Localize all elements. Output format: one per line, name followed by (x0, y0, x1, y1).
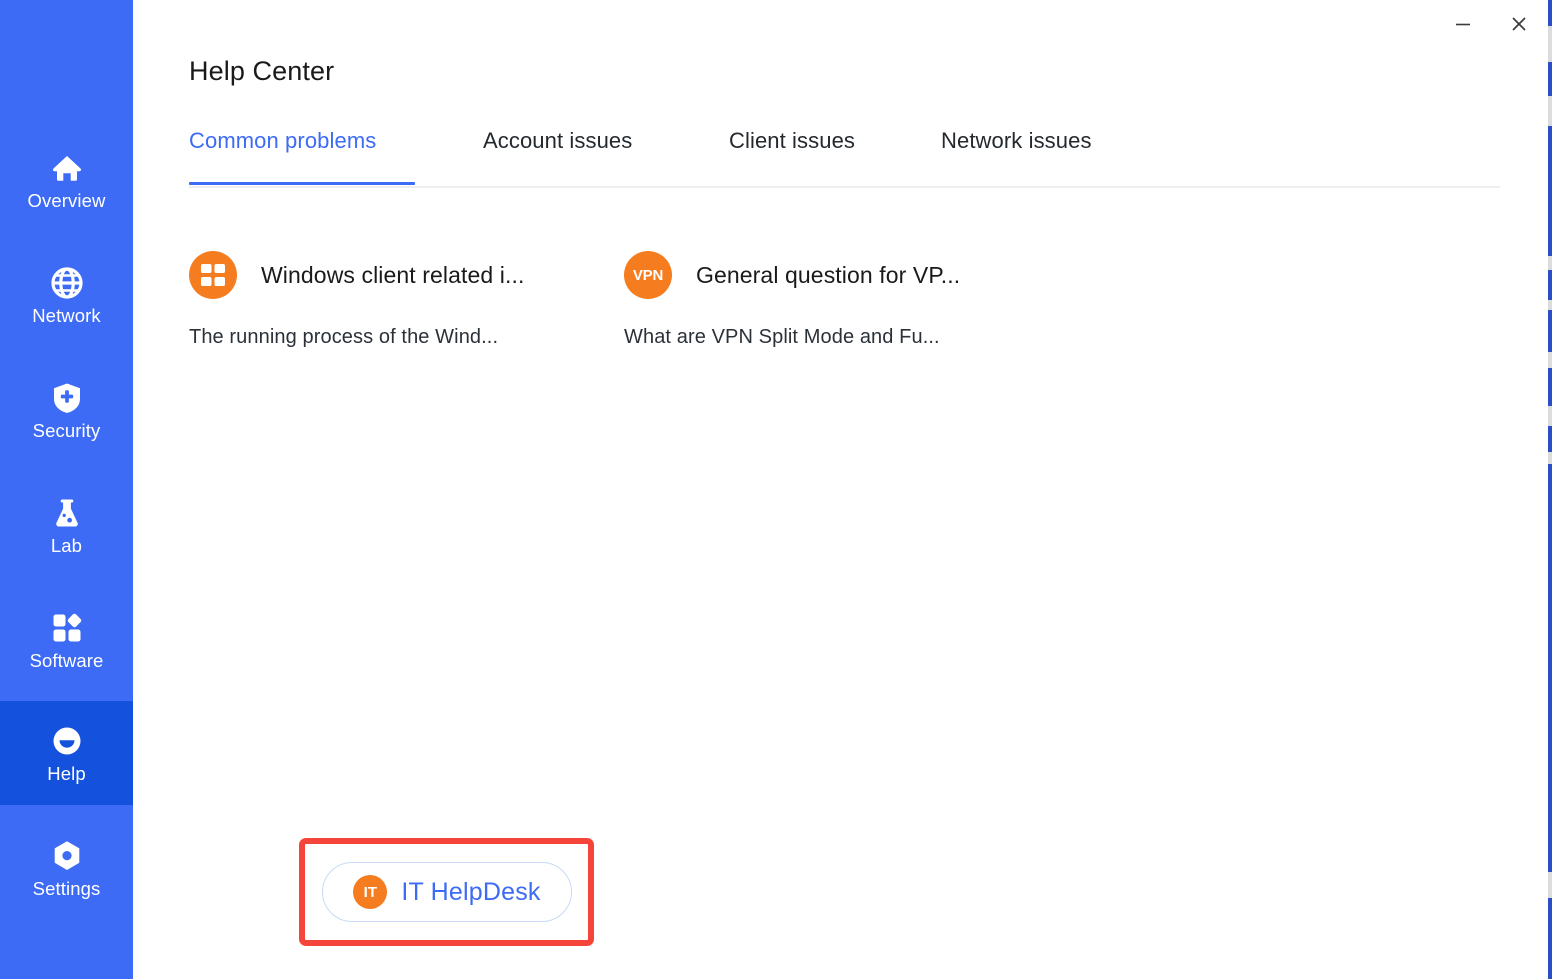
vpn-icon: VPN (624, 251, 672, 299)
tab-account-issues[interactable]: Account issues (483, 128, 632, 172)
sidebar-item-settings[interactable]: Settings (0, 816, 133, 920)
card-description: What are VPN Split Mode and Fu... (624, 326, 940, 348)
tab-common-problems[interactable]: Common problems (189, 128, 376, 172)
sidebar-item-help[interactable]: Help (0, 701, 133, 805)
sidebar-item-label: Lab (50, 534, 83, 556)
sidebar-item-label: Settings (32, 877, 101, 899)
apps-grid-icon (49, 610, 85, 646)
tab-divider (189, 186, 1500, 188)
sidebar-item-security[interactable]: Security (0, 358, 133, 462)
it-helpdesk-label: IT HelpDesk (401, 877, 541, 906)
globe-icon (49, 265, 85, 301)
sidebar-item-lab[interactable]: Lab (0, 473, 133, 577)
sidebar-item-label: Overview (27, 189, 106, 211)
smiley-icon (49, 723, 85, 759)
minimize-button[interactable] (1448, 9, 1478, 39)
sidebar-item-label: Software (29, 649, 104, 671)
it-badge-text: IT (363, 883, 378, 901)
tab-bar: Common problems Account issues Client is… (189, 128, 1500, 185)
main-content: Help Center Common problems Account issu… (133, 0, 1556, 979)
card-windows-client[interactable]: Windows client related i... The running … (189, 250, 609, 349)
scrollbar-segment (1548, 872, 1552, 898)
tab-network-issues[interactable]: Network issues (941, 128, 1092, 172)
card-title: Windows client related i... (261, 261, 525, 288)
card-description: The running process of the Wind... (189, 326, 499, 348)
scrollbar-segment (1548, 352, 1552, 368)
hex-gear-icon (49, 838, 85, 874)
close-button[interactable] (1504, 9, 1534, 39)
sidebar-item-label: Network (32, 304, 101, 326)
scrollbar-segment (1548, 96, 1552, 126)
card-header: VPN General question for VP... (624, 250, 1044, 300)
home-icon (49, 150, 85, 186)
it-helpdesk-button[interactable]: IT IT HelpDesk (322, 862, 572, 922)
tab-client-issues[interactable]: Client issues (729, 128, 855, 172)
active-tab-underline (189, 182, 415, 185)
sidebar-item-label: Security (32, 419, 101, 441)
it-badge-icon: IT (353, 875, 388, 909)
scrollbar-segment (1548, 26, 1552, 62)
shield-plus-icon (49, 380, 85, 416)
minimize-icon (1454, 15, 1472, 33)
windows-grid-icon (189, 251, 237, 299)
sidebar-item-network[interactable]: Network (0, 243, 133, 347)
close-icon (1510, 15, 1528, 33)
scrollbar-segment (1548, 300, 1552, 310)
flask-icon (49, 495, 85, 531)
sidebar-item-software[interactable]: Software (0, 588, 133, 692)
scrollbar-segment (1548, 256, 1552, 270)
page-title: Help Center (189, 56, 335, 86)
vpn-badge-text: VPN (632, 266, 664, 284)
card-title: General question for VP... (696, 261, 961, 288)
sidebar: Overview Network Security Lab Software H… (0, 0, 133, 979)
card-header: Windows client related i... (189, 250, 609, 300)
window-controls (1448, 0, 1534, 48)
sidebar-item-overview[interactable]: Overview (0, 128, 133, 232)
background-window-scrollbar[interactable] (1548, 0, 1552, 979)
scrollbar-segment (1548, 452, 1552, 464)
sidebar-item-label: Help (47, 762, 86, 784)
scrollbar-segment (1548, 406, 1552, 426)
card-vpn-general[interactable]: VPN General question for VP... What are … (624, 250, 1044, 349)
